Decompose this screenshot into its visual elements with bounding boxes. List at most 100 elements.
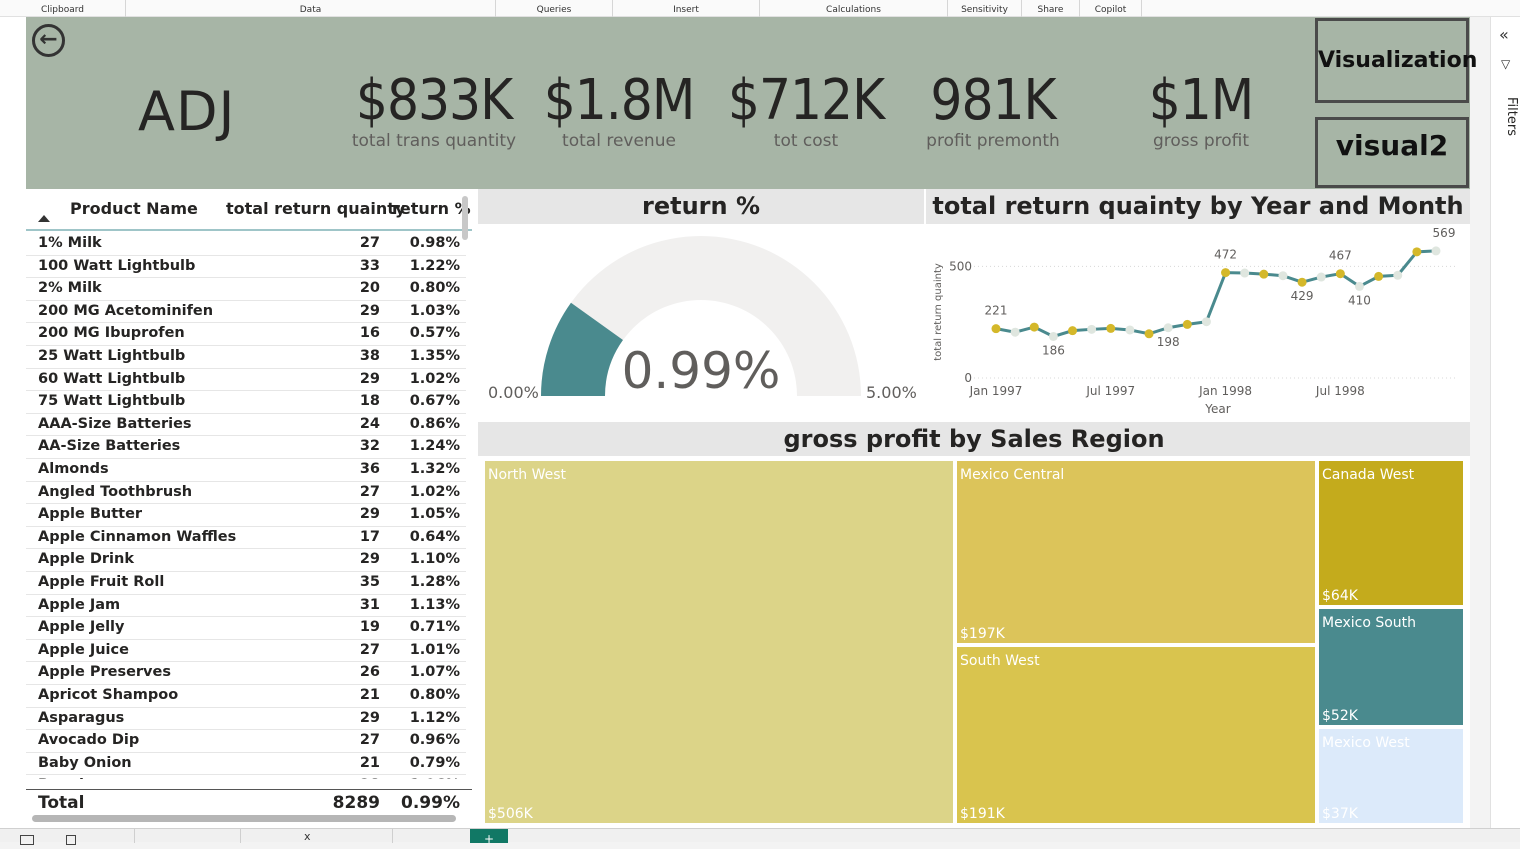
column-header-return-percent[interactable]: return % [392, 199, 471, 218]
table-row[interactable]: Apple Drink 29 1.10% [26, 549, 466, 572]
product-return-table[interactable]: Product Name total return quainty return… [26, 189, 472, 828]
cell-return-quantity: 17 [359, 528, 380, 545]
y-tick-label: 0 [964, 371, 972, 385]
cell-product-name: Apple Butter [38, 506, 143, 523]
visual2-button[interactable]: visual2 [1315, 117, 1469, 188]
visualization-button[interactable]: Visualization [1315, 18, 1477, 103]
table-row[interactable]: 2% Milk 20 0.80% [26, 278, 466, 301]
cell-product-name: Apple Juice [38, 641, 129, 658]
table-horizontal-scrollbar[interactable] [32, 815, 456, 822]
column-header-total-return-quainty[interactable]: total return quainty [226, 199, 405, 218]
data-point [1144, 329, 1154, 339]
data-point [1087, 324, 1097, 334]
kpi-label: profit premonth [926, 131, 1060, 151]
table-row[interactable]: Bagels 28 1.06% [26, 775, 466, 779]
tab-divider [392, 829, 393, 843]
table-total-row: Total 8289 0.99% [26, 789, 472, 815]
data-point [1316, 272, 1326, 282]
data-point [1354, 281, 1364, 291]
table-row[interactable]: Apple Jam 31 1.13% [26, 595, 466, 618]
table-row[interactable]: 200 MG Ibuprofen 16 0.57% [26, 323, 466, 346]
filters-label[interactable]: Filters [1493, 97, 1519, 157]
cell-return-quantity: 29 [359, 370, 380, 387]
data-label: 410 [1348, 293, 1371, 307]
data-label: 467 [1329, 249, 1352, 263]
data-label: 198 [1157, 335, 1180, 349]
table-row[interactable]: AAA-Size Batteries 24 0.86% [26, 414, 466, 437]
cell-product-name: AAA-Size Batteries [38, 415, 192, 432]
total-quantity: 8289 [332, 793, 380, 813]
treemap-tile-value: $37K [1322, 806, 1359, 822]
table-row[interactable]: 1% Milk 27 0.98% [26, 233, 466, 256]
table-row[interactable]: AA-Size Batteries 32 1.24% [26, 436, 466, 459]
table-row[interactable]: Angled Toothbrush 27 1.02% [26, 482, 466, 505]
table-row[interactable]: Baby Onion 21 0.79% [26, 753, 466, 776]
return-quantity-line-chart[interactable]: 0 500 total return quainty Jan 1997 Jul 1997… [926, 224, 1470, 420]
gross-profit-treemap[interactable]: North West $506K Mexico Central $197K South … [478, 456, 1470, 828]
treemap-tile-value: $197K [960, 626, 1006, 642]
table-row[interactable]: Apricot Shampoo 21 0.80% [26, 685, 466, 708]
cell-product-name: 200 MG Ibuprofen [38, 325, 185, 342]
kpi-tot-cost: $712K tot cost [718, 68, 894, 151]
cell-product-name: Apple Cinnamon Waffles [38, 528, 237, 545]
cell-return-percent: 1.10% [409, 551, 460, 568]
table-vertical-scrollbar[interactable] [462, 196, 468, 240]
page-view-icon[interactable] [20, 835, 34, 845]
kpi-value: 981K [930, 68, 1056, 133]
tab-divider [240, 829, 241, 843]
table-row[interactable]: Apple Fruit Roll 35 1.28% [26, 572, 466, 595]
cell-return-percent: 0.67% [409, 393, 460, 410]
kpi-total-revenue: $1.8M total revenue [540, 68, 698, 151]
add-page-button[interactable]: + [470, 829, 508, 846]
cell-return-quantity: 27 [359, 732, 380, 749]
data-label: 221 [985, 304, 1008, 318]
x-tick-label: Jan 1997 [969, 384, 1023, 398]
data-label: 472 [1214, 248, 1237, 262]
table-row[interactable]: 75 Watt Lightbulb 18 0.67% [26, 391, 466, 414]
data-point [1201, 317, 1211, 327]
kpi-value: $1.8M [543, 68, 696, 133]
table-row[interactable]: 100 Watt Lightbulb 33 1.22% [26, 256, 466, 279]
table-row[interactable]: Apple Butter 29 1.05% [26, 504, 466, 527]
data-point [1010, 327, 1020, 337]
close-tab-icon[interactable]: x [304, 830, 311, 843]
table-row[interactable]: Asparagus 29 1.12% [26, 708, 466, 731]
table-row[interactable]: Avocado Dip 27 0.96% [26, 730, 466, 753]
kpi-value: $833K [355, 68, 513, 133]
table-row[interactable]: Apple Cinnamon Waffles 17 0.64% [26, 527, 466, 550]
treemap-svg: North West $506K Mexico Central $197K South … [483, 459, 1465, 825]
data-point [1297, 277, 1307, 287]
table-row[interactable]: Apple Juice 27 1.01% [26, 640, 466, 663]
return-percent-gauge[interactable]: 0.99% 0.00% 5.00% [478, 224, 924, 420]
data-label: 569 [1433, 226, 1456, 240]
cell-return-quantity: 38 [359, 348, 380, 364]
cell-return-percent: 0.80% [409, 687, 460, 703]
line-chart-title: total return quainty by Year and Month [926, 189, 1470, 224]
table-row[interactable]: 25 Watt Lightbulb 38 1.35% [26, 346, 466, 369]
cell-return-quantity: 33 [359, 257, 380, 274]
cell-product-name: Baby Onion [38, 754, 132, 771]
collapse-chevron-icon[interactable]: « [1499, 25, 1509, 44]
table-row[interactable]: Apple Jelly 19 0.71% [26, 617, 466, 640]
table-row[interactable]: Almonds 36 1.32% [26, 459, 466, 482]
x-tick-label: Jan 1998 [1198, 384, 1252, 398]
table-row[interactable]: 200 MG Acetominifen 29 1.03% [26, 301, 466, 324]
table-body: 1% Milk 27 0.98% 100 Watt Lightbulb 33 1.22% 2… [26, 233, 466, 779]
kpi-profit-premonth: 981K profit premonth [918, 68, 1068, 151]
ribbon-group-data: Data [126, 0, 496, 17]
cell-return-percent: 0.71% [409, 619, 460, 636]
filters-pane[interactable]: « ▽ Filters [1490, 17, 1520, 828]
data-point [1278, 271, 1288, 281]
treemap-tile-name: South West [960, 653, 1040, 669]
sort-ascending-icon[interactable] [38, 215, 50, 222]
page-nav-icon[interactable] [66, 835, 76, 845]
cell-return-quantity: 20 [359, 280, 380, 297]
ribbon-group-share: Share [1022, 0, 1080, 17]
table-row[interactable]: Apple Preserves 26 1.07% [26, 662, 466, 685]
back-arrow-icon[interactable]: ← [32, 24, 65, 57]
ribbon-group-insert: Insert [613, 0, 760, 17]
table-row[interactable]: 60 Watt Lightbulb 29 1.02% [26, 369, 466, 392]
x-tick-label: Jul 1997 [1085, 384, 1135, 398]
column-header-product-name[interactable]: Product Name [70, 199, 198, 218]
cell-return-percent: 1.28% [409, 574, 460, 590]
